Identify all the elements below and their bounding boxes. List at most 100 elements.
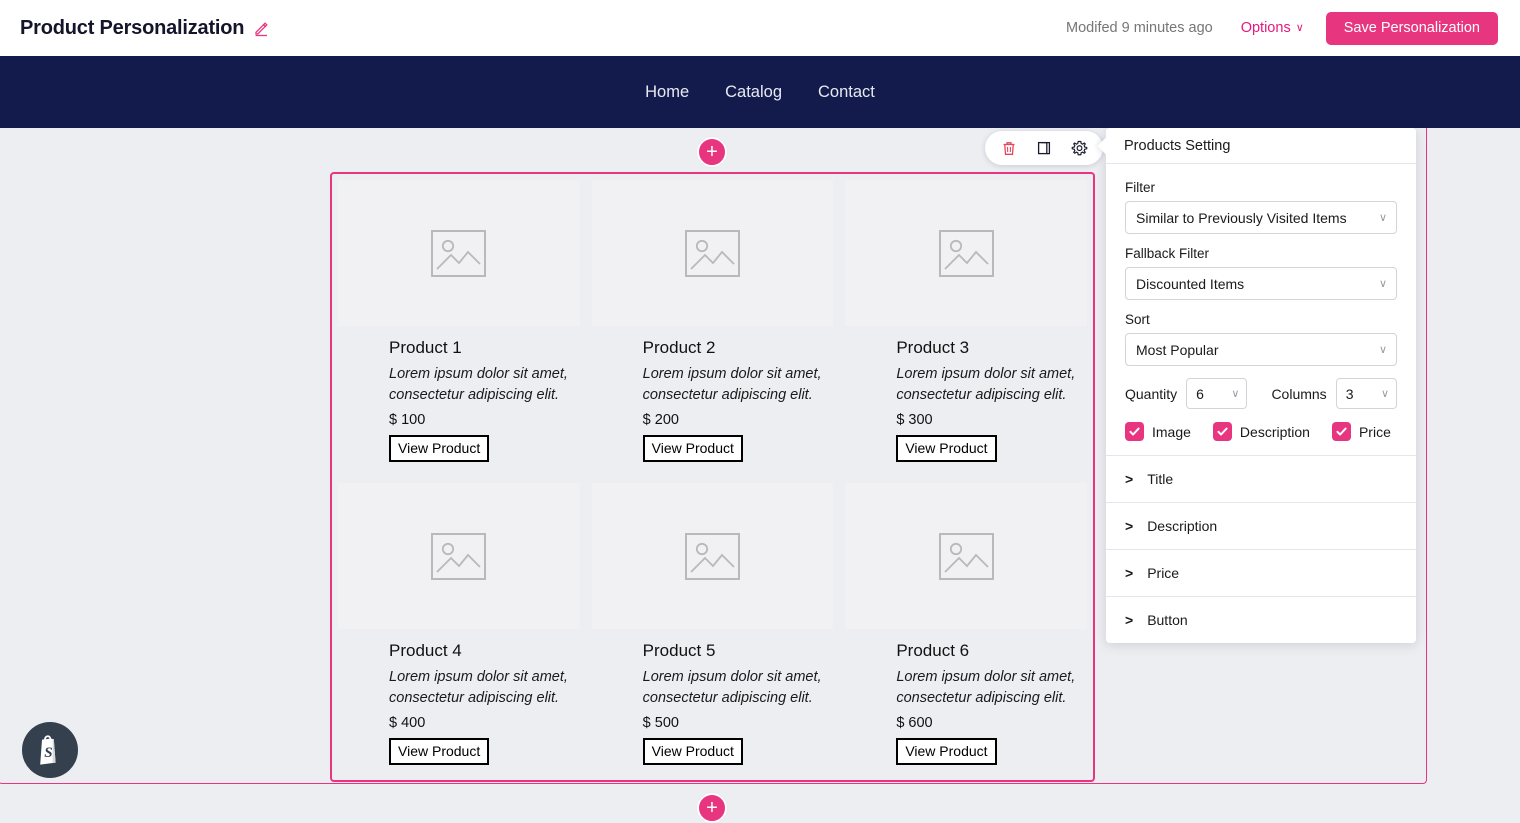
accordion-title-label: Title (1147, 471, 1174, 487)
filter-select[interactable]: Similar to Previously Visited Items ∨ (1125, 201, 1397, 234)
nav-item-contact[interactable]: Contact (818, 83, 875, 102)
image-placeholder-icon (338, 483, 580, 629)
gear-icon[interactable] (1068, 137, 1090, 159)
app-header: Product Personalization Modifed 9 minute… (0, 0, 1520, 56)
checkmark-icon (1125, 422, 1144, 441)
product-card[interactable]: Product 4 Lorem ipsum dolor sit amet, co… (332, 477, 586, 780)
accordion-button-label: Button (1147, 612, 1188, 628)
product-title: Product 5 (642, 641, 716, 660)
add-block-button-top[interactable]: + (697, 137, 727, 167)
product-price: $ 300 (896, 411, 933, 428)
store-nav: Home Catalog Contact (0, 56, 1520, 128)
product-card[interactable]: Product 6 Lorem ipsum dolor sit amet, co… (839, 477, 1093, 780)
product-description: Lorem ipsum dolor sit amet, consectetur … (642, 366, 822, 404)
view-product-button[interactable]: View Product (896, 737, 997, 765)
checkbox-image-label: Image (1152, 423, 1191, 440)
panel-title: Products Setting (1106, 128, 1416, 164)
view-product-button[interactable]: View Product (896, 434, 997, 462)
chevron-down-icon: ∨ (1380, 388, 1390, 400)
view-product-button[interactable]: View Product (389, 434, 490, 462)
quantity-columns-row: Quantity 6 ∨ Columns 3 ∨ (1125, 378, 1398, 409)
product-title: Product 3 (896, 338, 970, 357)
chevron-down-icon: ∨ (1295, 21, 1304, 34)
accordion-price[interactable]: > Price (1106, 549, 1416, 596)
checkbox-description-label: Description (1239, 423, 1310, 440)
fallback-filter-select[interactable]: Discounted Items ∨ (1125, 267, 1397, 300)
product-card[interactable]: Product 5 Lorem ipsum dolor sit amet, co… (586, 477, 840, 780)
editor-canvas: + + Product 1 Lorem ipsum dolor sit amet… (0, 54, 1520, 823)
trash-icon[interactable] (998, 137, 1020, 159)
chevron-right-icon: > (1125, 471, 1134, 487)
pencil-icon[interactable] (253, 20, 270, 37)
product-card-body: Product 1 Lorem ipsum dolor sit amet, co… (332, 326, 586, 462)
product-price: $ 600 (896, 714, 933, 731)
product-card-body: Product 5 Lorem ipsum dolor sit amet, co… (586, 629, 840, 765)
product-title: Product 6 (896, 641, 970, 660)
sort-label: Sort (1125, 312, 1150, 327)
duplicate-icon[interactable] (1033, 137, 1055, 159)
nav-item-home[interactable]: Home (645, 83, 689, 102)
product-card[interactable]: Product 3 Lorem ipsum dolor sit amet, co… (839, 174, 1093, 477)
view-product-button[interactable]: View Product (389, 737, 490, 765)
product-card[interactable]: Product 1 Lorem ipsum dolor sit amet, co… (332, 174, 586, 477)
sort-select[interactable]: Most Popular ∨ (1125, 333, 1397, 366)
product-description: Lorem ipsum dolor sit amet, consectetur … (896, 669, 1076, 707)
product-description: Lorem ipsum dolor sit amet, consectetur … (389, 669, 568, 707)
panel-body: Filter Similar to Previously Visited Ite… (1106, 164, 1416, 455)
block-toolbar (985, 131, 1103, 165)
nav-item-catalog[interactable]: Catalog (725, 83, 782, 102)
fallback-filter-value: Discounted Items (1136, 275, 1245, 292)
product-card[interactable]: Product 2 Lorem ipsum dolor sit amet, co… (586, 174, 840, 477)
chevron-down-icon: ∨ (1378, 344, 1387, 356)
chevron-right-icon: > (1125, 612, 1134, 628)
columns-select[interactable]: 3 ∨ (1335, 378, 1398, 409)
display-toggles-row: Image Description Price (1125, 422, 1397, 441)
product-price: $ 500 (642, 714, 679, 731)
accordion-price-label: Price (1147, 565, 1180, 581)
chevron-down-icon: ∨ (1378, 212, 1387, 224)
chevron-down-icon: ∨ (1231, 388, 1240, 400)
modified-timestamp: Modifed 9 minutes ago (1066, 20, 1213, 36)
image-placeholder-icon (338, 180, 580, 326)
add-block-button-bottom[interactable]: + (697, 793, 727, 823)
product-price: $ 100 (389, 411, 426, 428)
page-title: Product Personalization (20, 16, 245, 39)
checkbox-image[interactable]: Image (1125, 422, 1191, 441)
save-personalization-button[interactable]: Save Personalization (1325, 11, 1498, 45)
options-label: Options (1240, 20, 1291, 36)
accordion-description[interactable]: > Description (1106, 502, 1416, 549)
checkbox-description[interactable]: Description (1212, 422, 1310, 441)
view-product-button[interactable]: View Product (642, 737, 743, 765)
options-button[interactable]: Options ∨ (1241, 20, 1304, 36)
accordion-button[interactable]: > Button (1106, 596, 1416, 643)
product-description: Lorem ipsum dolor sit amet, consectetur … (642, 669, 822, 707)
header-actions: Modifed 9 minutes ago Options ∨ Save Per… (1066, 11, 1520, 45)
product-card-body: Product 3 Lorem ipsum dolor sit amet, co… (839, 326, 1093, 462)
product-description: Lorem ipsum dolor sit amet, consectetur … (896, 366, 1076, 404)
checkmark-icon (1331, 422, 1351, 441)
quantity-label: Quantity (1125, 385, 1178, 402)
accordion-title[interactable]: > Title (1106, 455, 1416, 502)
product-price: $ 400 (389, 714, 426, 731)
product-grid: Product 1 Lorem ipsum dolor sit amet, co… (332, 174, 1093, 780)
product-title: Product 4 (389, 641, 462, 660)
accordion-description-label: Description (1147, 518, 1218, 534)
product-price: $ 200 (642, 411, 679, 428)
columns-value: 3 (1345, 385, 1354, 402)
svg-text:S: S (44, 745, 52, 761)
image-placeholder-icon (845, 180, 1087, 326)
product-card-body: Product 2 Lorem ipsum dolor sit amet, co… (586, 326, 840, 462)
products-setting-panel: Products Setting Filter Similar to Previ… (1097, 128, 1416, 643)
checkmark-icon (1212, 422, 1232, 441)
product-description: Lorem ipsum dolor sit amet, consectetur … (389, 366, 568, 404)
filter-value: Similar to Previously Visited Items (1136, 209, 1347, 226)
shopify-bag-icon[interactable]: S (22, 722, 78, 778)
image-placeholder-icon (845, 483, 1087, 629)
product-title: Product 2 (642, 338, 716, 357)
view-product-button[interactable]: View Product (642, 434, 743, 462)
checkbox-price[interactable]: Price (1331, 422, 1391, 441)
quantity-select[interactable]: 6 ∨ (1186, 378, 1248, 409)
fallback-filter-label: Fallback Filter (1125, 246, 1210, 261)
chevron-down-icon: ∨ (1378, 278, 1387, 290)
image-placeholder-icon (591, 483, 834, 629)
